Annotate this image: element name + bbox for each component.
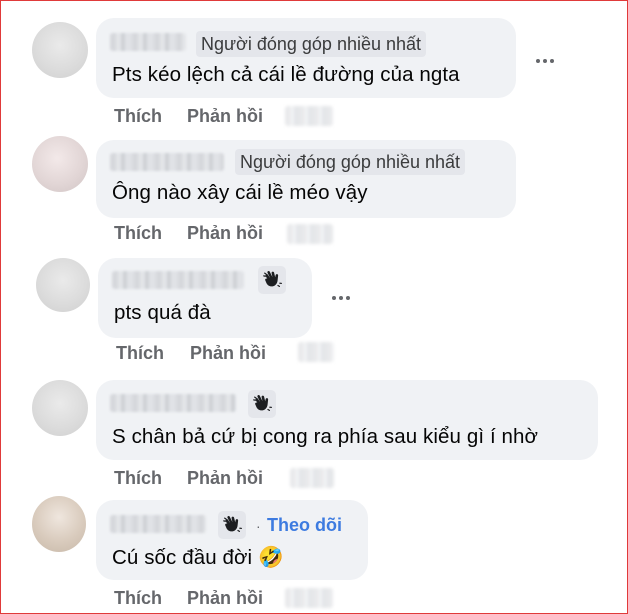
comment-text-body: Cú sốc đầu đời (112, 546, 253, 569)
rofl-emoji-icon: 🤣 (258, 545, 284, 569)
comment-bubble: Người đóng góp nhiều nhất Ông nào xây cá… (96, 140, 516, 218)
comment-bubble: Người đóng góp nhiều nhất Pts kéo lệch c… (96, 18, 516, 98)
more-options-icon[interactable] (328, 292, 354, 304)
avatar[interactable] (32, 496, 86, 552)
reply-button[interactable]: Phản hồi (187, 106, 263, 127)
comment-text: S chân bả cứ bị cong ra phía sau kiểu gì… (112, 425, 539, 448)
top-contributor-badge: Người đóng góp nhiều nhất (196, 31, 427, 57)
timestamp-blurred[interactable] (285, 588, 333, 608)
more-options-icon[interactable] (532, 55, 558, 67)
reply-button[interactable]: Phản hồi (190, 343, 266, 364)
separator-dot: · (256, 518, 261, 534)
comment-text: Pts kéo lệch cả cái lề đường của ngta (112, 63, 460, 86)
comment-text: Cú sốc đầu đời 🤣 (112, 545, 284, 570)
avatar[interactable] (32, 22, 88, 78)
commenter-name-blurred[interactable] (110, 394, 236, 412)
commenter-name-blurred[interactable] (110, 515, 206, 533)
avatar[interactable] (32, 380, 88, 436)
timestamp-blurred[interactable] (290, 468, 334, 488)
comment-bubble: · Theo dõi Cú sốc đầu đời 🤣 (96, 500, 368, 580)
commenter-name-blurred[interactable] (110, 153, 224, 171)
comment-bubble: pts quá đà (98, 258, 312, 338)
badge-wave-icon (258, 266, 286, 294)
reply-button[interactable]: Phản hồi (187, 468, 263, 489)
follow-link[interactable]: Theo dõi (267, 515, 342, 536)
comment-text: Ông nào xây cái lề méo vậy (112, 181, 368, 204)
like-button[interactable]: Thích (114, 588, 162, 609)
comment-text: pts quá đà (114, 301, 211, 324)
top-contributor-badge: Người đóng góp nhiều nhất (235, 149, 466, 175)
reply-button[interactable]: Phản hồi (187, 588, 263, 609)
timestamp-blurred[interactable] (287, 224, 333, 244)
like-button[interactable]: Thích (114, 468, 162, 489)
reply-button[interactable]: Phản hồi (187, 223, 263, 244)
like-button[interactable]: Thích (116, 343, 164, 364)
avatar[interactable] (32, 136, 88, 192)
commenter-name-blurred[interactable] (110, 33, 186, 51)
avatar[interactable] (36, 258, 90, 312)
like-button[interactable]: Thích (114, 223, 162, 244)
comment-bubble: S chân bả cứ bị cong ra phía sau kiểu gì… (96, 380, 598, 460)
badge-wave-icon (218, 511, 246, 539)
badge-wave-icon (248, 390, 276, 418)
timestamp-blurred[interactable] (298, 342, 334, 362)
like-button[interactable]: Thích (114, 106, 162, 127)
timestamp-blurred[interactable] (285, 106, 333, 126)
commenter-name-blurred[interactable] (112, 271, 244, 289)
